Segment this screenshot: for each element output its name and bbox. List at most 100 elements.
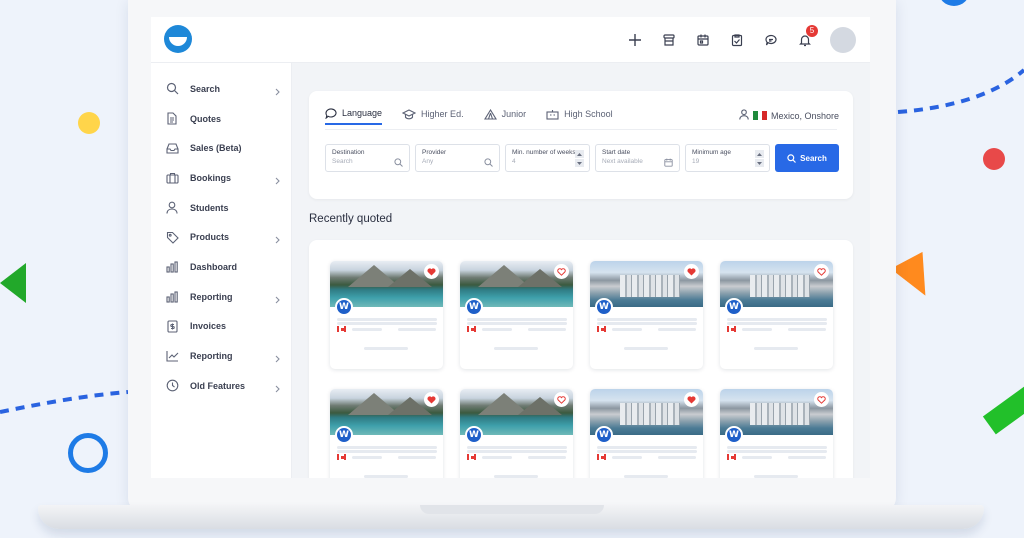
user-icon [739,109,749,122]
provider-logo: W [595,298,613,316]
placeholder-line [612,328,642,331]
min-weeks-stepper[interactable]: Min. number of weeks 4 [505,144,590,172]
canada-flag-icon [727,326,736,332]
chat-bubble-icon [325,107,337,119]
bell-icon[interactable]: 5 [788,25,822,53]
student-location[interactable]: Mexico, Onshore [739,109,839,122]
clipboard-check-icon[interactable] [720,27,754,53]
placeholder-line [352,456,382,459]
search-filters: Destination Search Provider Any Min. num… [325,144,839,172]
briefcase-icon [164,170,180,186]
destination-field[interactable]: Destination Search [325,144,410,172]
provider-field[interactable]: Provider Any [415,144,500,172]
quote-card[interactable]: W [330,261,443,369]
chat-icon[interactable] [754,27,788,53]
placeholder-line [597,322,697,325]
heart-icon[interactable] [424,392,439,407]
sidebar-item-quotes[interactable]: Quotes [151,104,291,134]
placeholder-line [467,318,567,321]
tab-higher-ed[interactable]: Higher Ed. [402,107,464,125]
placeholder-line [597,446,697,449]
sidebar-item-reporting[interactable]: Reporting [151,282,291,312]
search-icon [164,81,180,97]
placeholder-line [364,347,408,350]
heart-icon[interactable] [814,392,829,407]
field-placeholder: Next available [602,158,643,165]
placeholder-line [467,450,567,453]
heart-icon[interactable] [554,392,569,407]
placeholder-line [337,322,437,325]
sidebar-item-label: Products [190,232,230,243]
placeholder-line [398,456,436,459]
heart-icon[interactable] [684,264,699,279]
search-button-label: Search [800,153,827,163]
heart-icon[interactable] [684,392,699,407]
min-age-stepper[interactable]: Minimum age 19 [685,144,770,172]
quote-card[interactable]: W [460,389,573,478]
field-value: 19 [692,158,700,165]
field-label: Destination [332,149,365,156]
user-avatar[interactable] [830,27,856,53]
placeholder-line [727,318,827,321]
sidebar-item-sales[interactable]: Sales (Beta) [151,133,291,163]
quote-card[interactable]: W [590,389,703,478]
tab-language[interactable]: Language [325,107,383,125]
field-value: 4 [512,158,516,165]
plus-icon[interactable] [618,27,652,53]
quote-card[interactable]: W [460,261,573,369]
quote-card[interactable]: W [330,389,443,478]
quote-card[interactable]: W [720,389,833,478]
placeholder-line [494,347,538,350]
chevron-down-icon[interactable] [755,159,764,167]
school-icon [546,109,559,120]
mexico-flag-icon [752,111,767,120]
sidebar-item-reporting-2[interactable]: Reporting [151,341,291,371]
tab-label: Language [342,108,383,118]
calendar-icon[interactable] [686,27,720,53]
field-placeholder: Search [332,158,353,165]
canada-flag-icon [337,454,346,460]
sidebar-item-products[interactable]: Products [151,222,291,252]
sidebar-item-invoices[interactable]: Invoices [151,312,291,342]
sidebar-item-students[interactable]: Students [151,193,291,223]
placeholder-line [482,456,512,459]
placeholder-line [528,456,566,459]
tab-high-school[interactable]: High School [546,107,613,125]
chevron-right-icon [275,380,281,398]
stepper-buttons[interactable] [755,150,764,168]
stepper-buttons[interactable] [575,150,584,168]
field-label: Start date [602,149,631,156]
field-label: Min. number of weeks [512,149,576,156]
search-icon [394,154,403,172]
sidebar-item-search[interactable]: Search [151,74,291,104]
heart-icon[interactable] [424,264,439,279]
sidebar-item-label: Reporting [190,351,233,362]
heart-icon[interactable] [554,264,569,279]
quote-card[interactable]: W [590,261,703,369]
sidebar-item-old-features[interactable]: Old Features [151,371,291,401]
store-icon[interactable] [652,27,686,53]
chevron-right-icon [275,83,281,101]
sidebar-item-label: Old Features [190,380,246,391]
placeholder-line [467,322,567,325]
sidebar-item-bookings[interactable]: Bookings [151,163,291,193]
provider-logo: W [465,426,483,444]
chevron-up-icon[interactable] [575,150,584,158]
quote-card[interactable]: W [720,261,833,369]
start-date-field[interactable]: Start date Next available [595,144,680,172]
canada-flag-icon [597,454,606,460]
bar-chart-icon [164,259,180,275]
placeholder-line [658,328,696,331]
chevron-down-icon[interactable] [575,159,584,167]
tab-junior[interactable]: Junior [483,107,526,125]
app-screen: 5 Search Quotes Sales (Beta) Bookings St… [151,17,870,478]
top-bar: 5 [151,17,870,63]
chevron-up-icon[interactable] [755,150,764,158]
search-button[interactable]: Search [775,144,839,172]
sidebar-item-dashboard[interactable]: Dashboard [151,252,291,282]
provider-logo: W [725,298,743,316]
sidebar: Search Quotes Sales (Beta) Bookings Stud… [151,63,292,478]
heart-icon[interactable] [814,264,829,279]
provider-logo: W [465,298,483,316]
app-logo[interactable] [164,25,192,53]
